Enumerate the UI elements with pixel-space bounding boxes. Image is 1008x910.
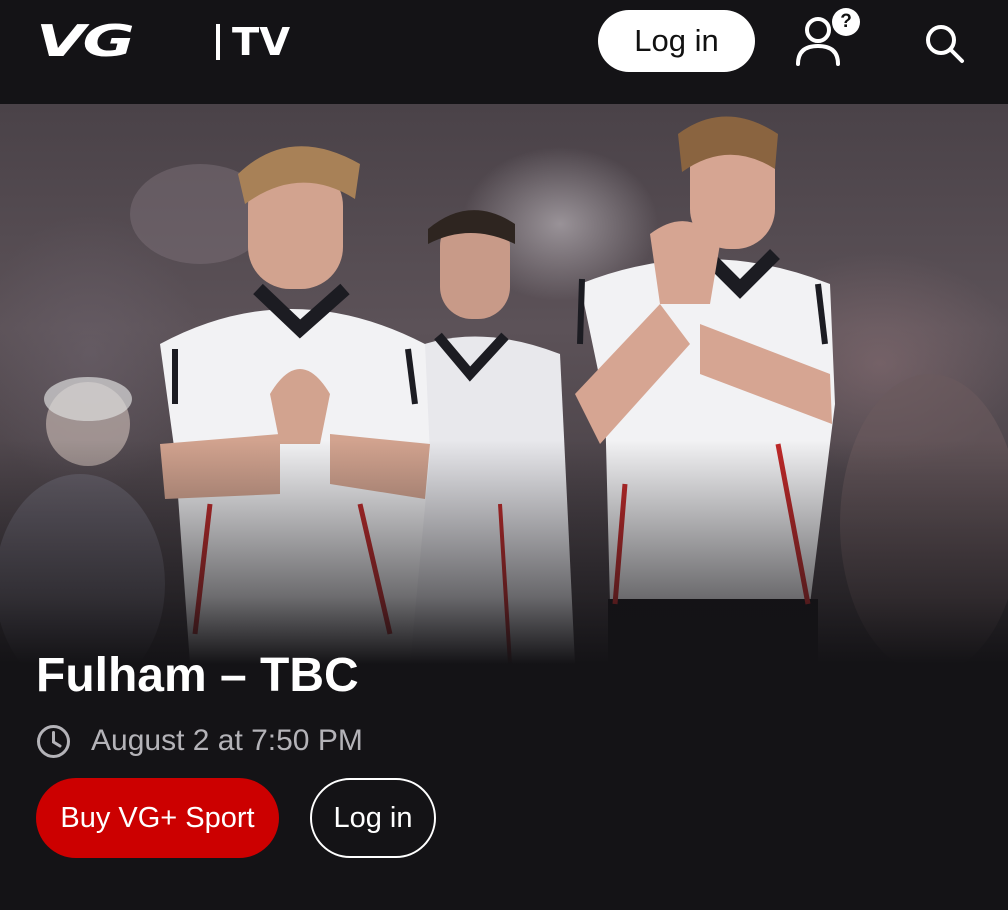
event-time-row: August 2 at 7:50 PM — [36, 722, 363, 760]
buy-vg-plus-sport-button[interactable]: Buy VG+ Sport — [36, 778, 279, 858]
search-icon — [926, 25, 964, 63]
login-button[interactable]: Log in — [310, 778, 436, 858]
help-badge: ? — [832, 8, 860, 36]
logo-tv: TV — [232, 20, 291, 64]
clock-icon — [37, 724, 70, 758]
user-account-button[interactable]: ? — [790, 8, 868, 72]
vgtv-event-page: VG TV Log in ? Fulham – TBC August 2 at … — [0, 0, 1008, 910]
hero-gradient-overlay — [0, 104, 1008, 664]
vgtv-logo[interactable]: VG TV — [36, 20, 291, 64]
search-button[interactable] — [920, 20, 968, 66]
header-login-button[interactable]: Log in — [598, 10, 755, 72]
event-time: August 2 at 7:50 PM — [91, 724, 363, 757]
event-title: Fulham – TBC — [36, 649, 359, 702]
top-bar: VG TV Log in ? — [0, 0, 1008, 104]
hero-image[interactable] — [0, 104, 1008, 664]
